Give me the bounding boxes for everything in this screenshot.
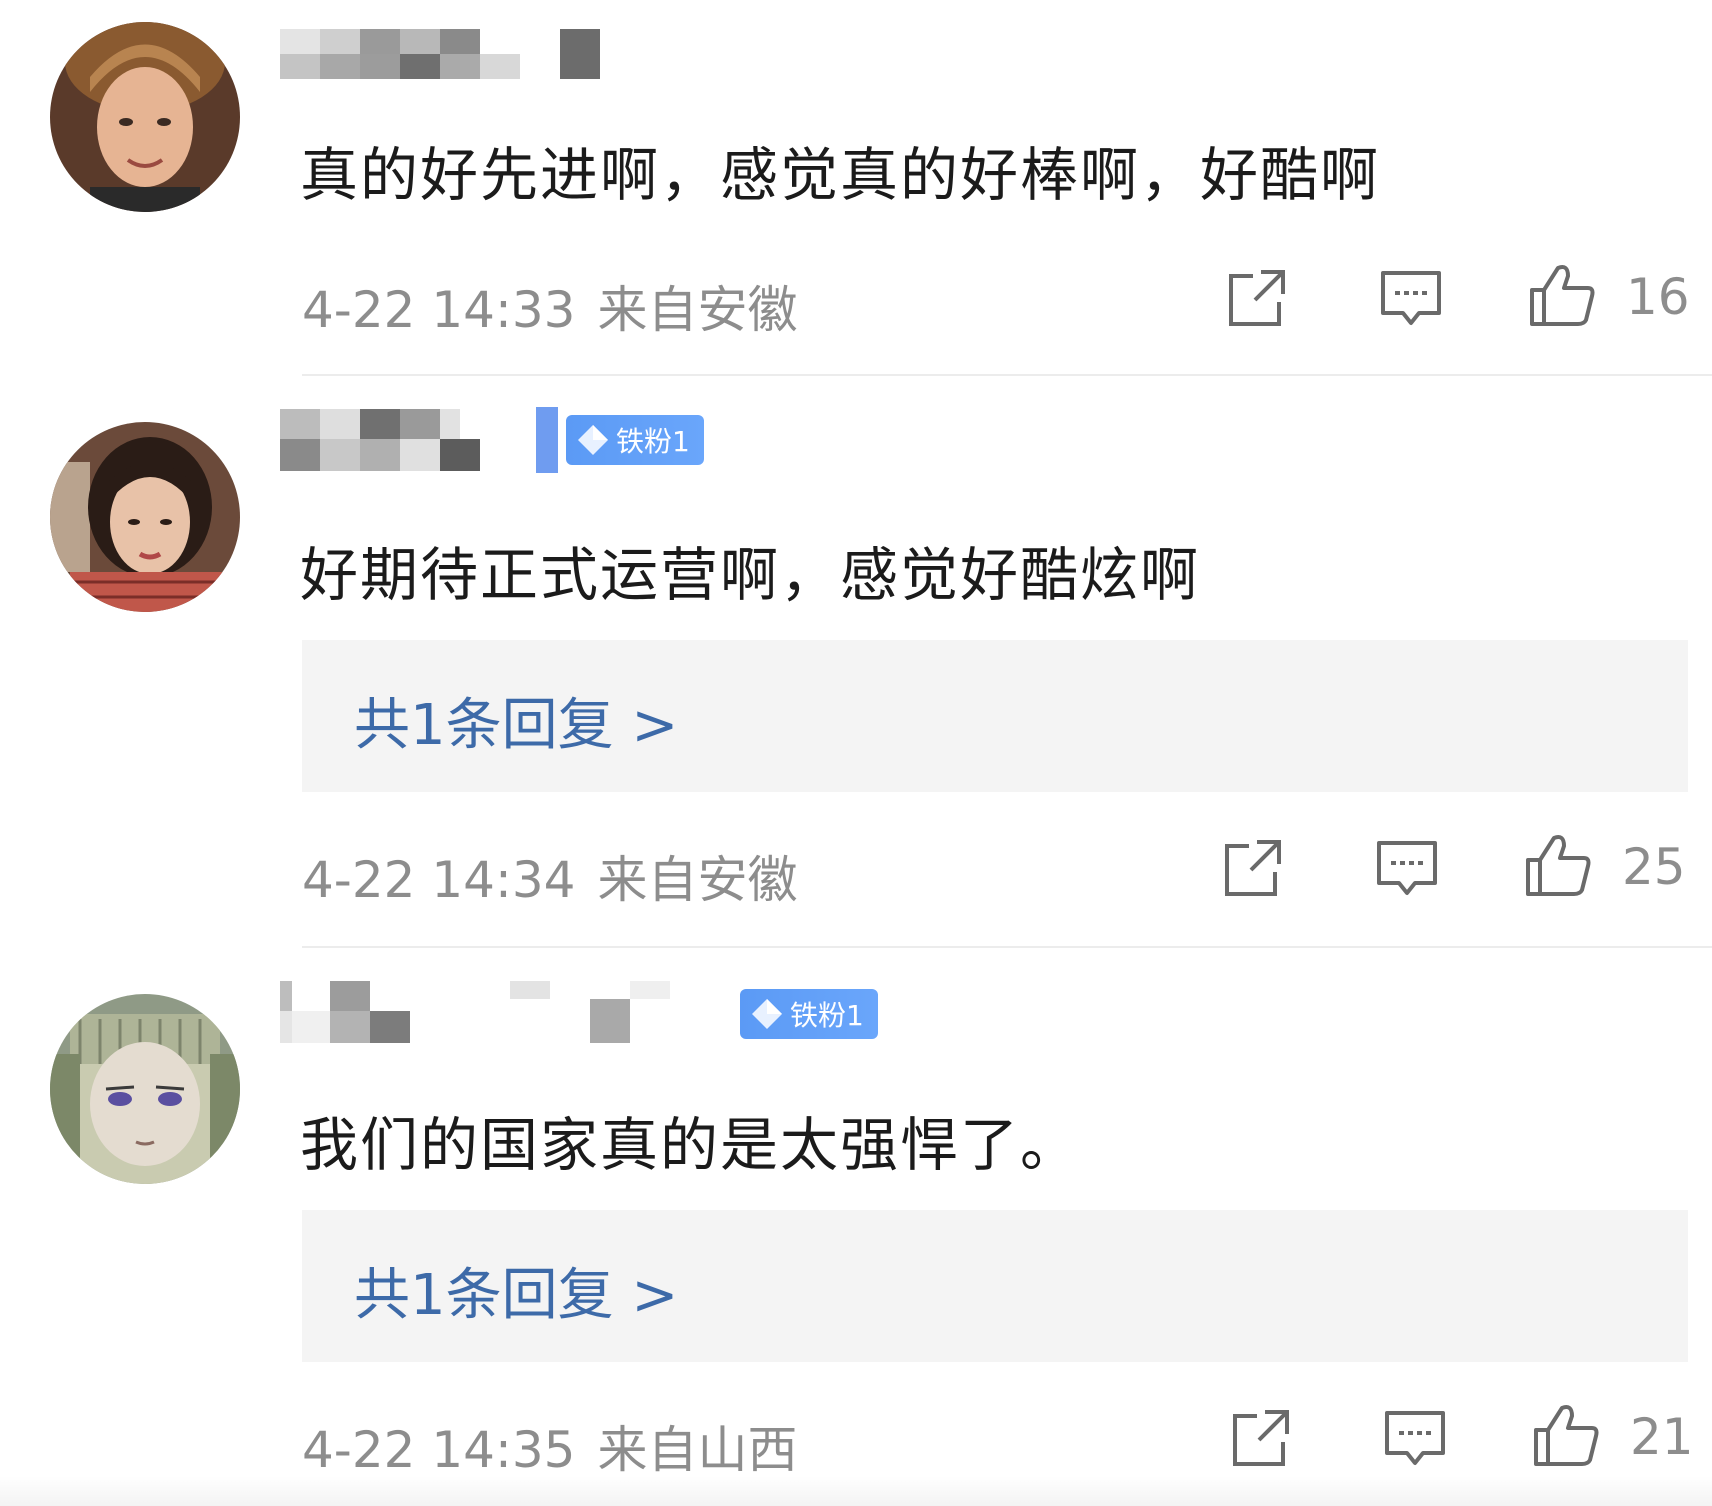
- avatar-image: [50, 994, 240, 1184]
- reply-button[interactable]: [1380, 1403, 1450, 1473]
- divider: [302, 374, 1712, 376]
- comment-icon: [1381, 271, 1441, 325]
- share-icon: [1229, 270, 1285, 326]
- like-count: 25: [1622, 838, 1686, 896]
- comment-time: 4-22 14:34: [302, 851, 576, 909]
- thumbs-up-icon: [1530, 265, 1595, 326]
- comment-text: 真的好先进啊，感觉真的好棒啊，好酷啊: [300, 141, 1381, 209]
- divider: [302, 946, 1712, 948]
- fan-badge[interactable]: 铁粉1: [740, 989, 878, 1039]
- username-mosaic: [280, 981, 670, 1043]
- comment-location: 来自山西: [597, 1421, 798, 1479]
- user-avatar[interactable]: [50, 422, 240, 612]
- username-mosaic: [280, 409, 480, 471]
- comment-time: 4-22 14:33: [302, 281, 576, 339]
- reply-summary[interactable]: 共1条回复 >: [302, 1210, 1688, 1362]
- like-count: 16: [1626, 268, 1690, 326]
- avatar-image: [50, 422, 240, 612]
- comment-meta: 4-22 14:33 来自安徽: [302, 270, 797, 342]
- reply-link[interactable]: 共1条回复 >: [354, 1250, 678, 1331]
- reply-link[interactable]: 共1条回复 >: [354, 680, 678, 761]
- share-icon: [1233, 1410, 1289, 1466]
- reply-button[interactable]: [1376, 263, 1446, 333]
- thumbs-up-icon: [1534, 1405, 1599, 1466]
- comment-location: 来自安徽: [597, 281, 798, 339]
- comment-location: 来自安徽: [597, 851, 798, 909]
- comment-meta: 4-22 14:34 来自安徽: [302, 840, 797, 912]
- username-mosaic: [280, 29, 600, 79]
- avatar-image: [50, 22, 240, 212]
- like-count: 21: [1630, 1408, 1694, 1466]
- thumbs-up-icon: [1526, 835, 1591, 896]
- user-avatar[interactable]: [50, 22, 240, 212]
- comment-time: 4-22 14:35: [302, 1421, 576, 1479]
- user-avatar[interactable]: [50, 994, 240, 1184]
- share-icon: [1225, 840, 1281, 896]
- fan-badge-label: 铁粉1: [616, 425, 690, 458]
- username[interactable]: [280, 24, 610, 84]
- reply-summary[interactable]: 共1条回复 >: [302, 640, 1688, 792]
- diamond-icon: [578, 425, 608, 455]
- comment-icon: [1385, 1411, 1445, 1465]
- share-button[interactable]: [1226, 1403, 1296, 1473]
- comment-text: 我们的国家真的是太强悍了。: [300, 1111, 1081, 1179]
- share-button[interactable]: [1218, 833, 1288, 903]
- comment-icon: [1377, 841, 1437, 895]
- diamond-icon: [752, 999, 782, 1029]
- comment-meta: 4-22 14:35 来自山西: [302, 1410, 797, 1482]
- like-button[interactable]: [1528, 260, 1598, 330]
- comment-text: 好期待正式运营啊，感觉好酷炫啊: [300, 541, 1201, 609]
- username[interactable]: 铁粉1: [280, 407, 704, 473]
- username-mosaic: [536, 407, 558, 473]
- fan-badge[interactable]: 铁粉1: [566, 415, 704, 465]
- reply-button[interactable]: [1372, 833, 1442, 903]
- like-button[interactable]: [1524, 830, 1594, 900]
- fan-badge-label: 铁粉1: [790, 999, 864, 1032]
- like-button[interactable]: [1532, 1400, 1602, 1470]
- bottom-edge: [0, 1476, 1712, 1506]
- username[interactable]: 铁粉1: [280, 981, 878, 1044]
- share-button[interactable]: [1222, 263, 1292, 333]
